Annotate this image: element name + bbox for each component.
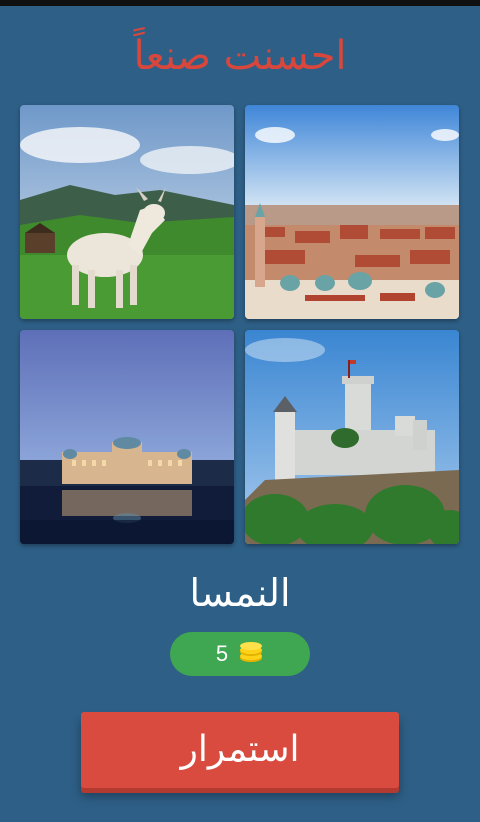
image-tile-city[interactable]: [245, 105, 459, 319]
answer-word: النمسا: [189, 571, 291, 615]
castle-image: [245, 330, 459, 544]
image-tile-goat[interactable]: [20, 105, 234, 319]
continue-button[interactable]: استمرار: [81, 712, 399, 788]
coins-badge: 5: [170, 632, 310, 676]
palace-image: [20, 330, 234, 544]
image-tile-palace[interactable]: [20, 330, 234, 544]
coins-icon: [238, 641, 264, 667]
status-bar: [0, 0, 480, 6]
city-image: [245, 105, 459, 319]
page-title: احسنت صنعاً: [133, 33, 347, 79]
goat-image: [20, 105, 234, 319]
image-tile-castle[interactable]: [245, 330, 459, 544]
coins-count: 5: [215, 641, 229, 666]
